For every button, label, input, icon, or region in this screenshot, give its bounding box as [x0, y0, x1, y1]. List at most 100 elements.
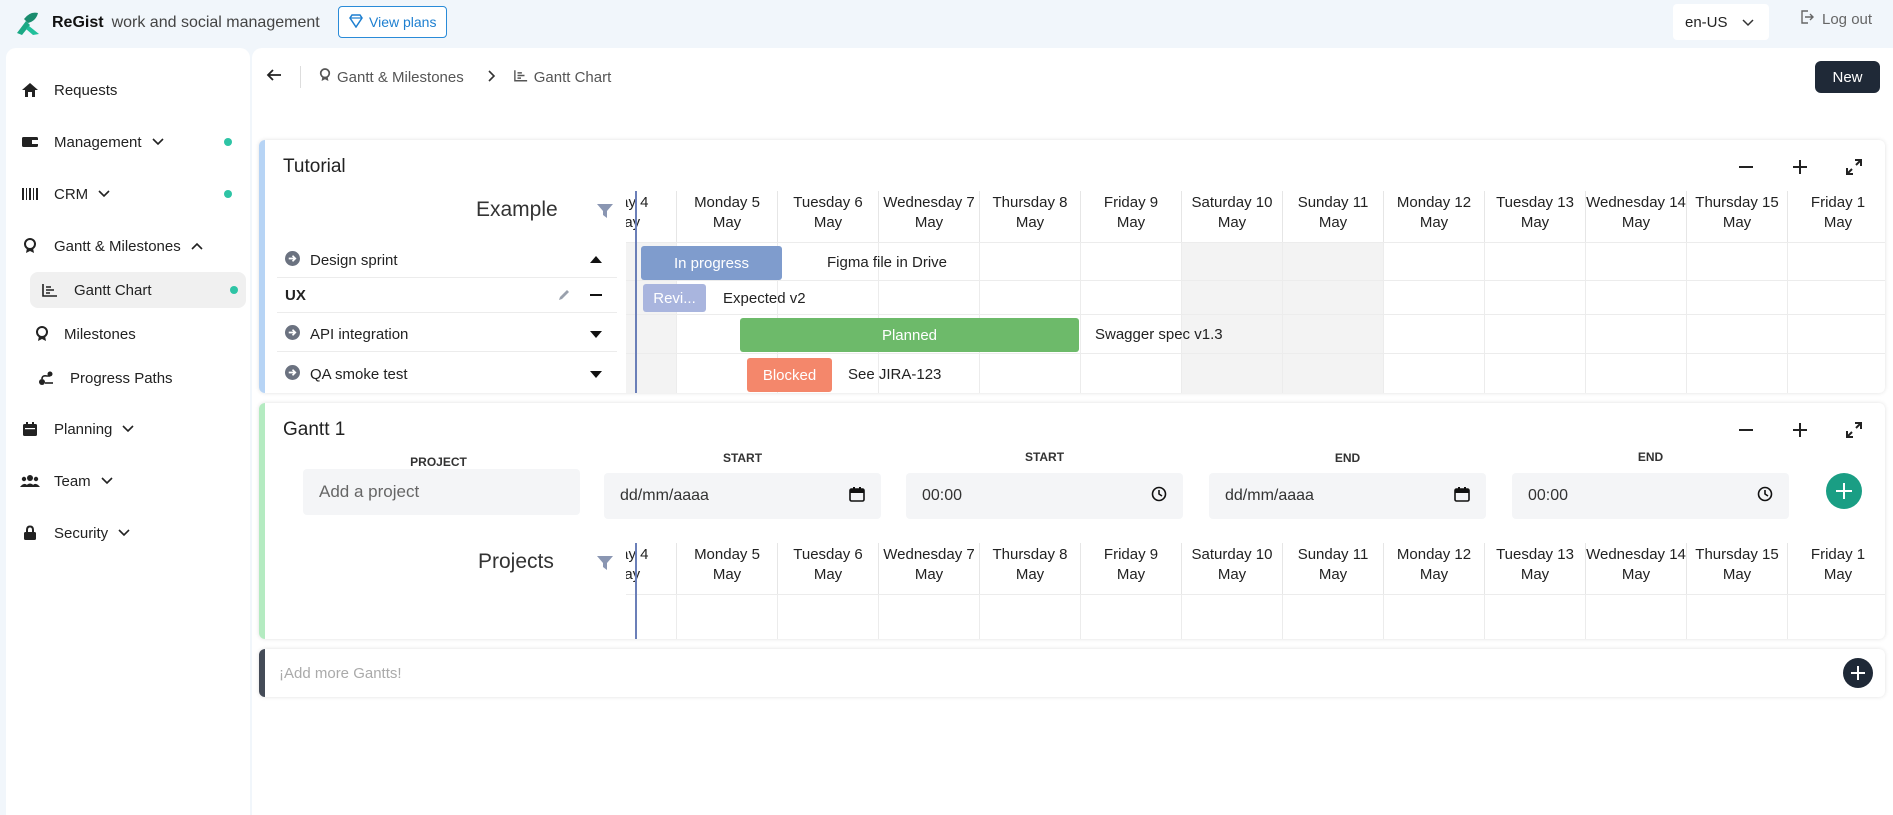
- sidebar-item-label: Security: [54, 524, 109, 542]
- expand-icon[interactable]: [1843, 156, 1865, 178]
- sidebar-item-team[interactable]: Team: [6, 461, 250, 501]
- day-column: [980, 594, 1081, 639]
- day-month: May: [914, 566, 944, 583]
- day-header: nday 4 May: [626, 191, 677, 242]
- chart-icon: [513, 69, 528, 86]
- task-row-api-integration[interactable]: API integration: [285, 325, 408, 344]
- sidebar-item-crm[interactable]: CRM: [6, 174, 250, 214]
- day-name: Wednesday 14: [1586, 546, 1686, 563]
- day-column: [1485, 594, 1586, 639]
- sidebar-item-progress-paths[interactable]: Progress Paths: [26, 358, 250, 398]
- day-month: May: [1520, 566, 1550, 583]
- task-row-qa-smoke-test[interactable]: QA smoke test: [285, 365, 408, 384]
- new-button[interactable]: New: [1815, 61, 1880, 93]
- pencil-icon[interactable]: [553, 284, 575, 306]
- day-header: Friday 1 May: [1788, 191, 1885, 242]
- task-bar-qa-smoke-test[interactable]: Blocked: [747, 358, 832, 392]
- day-month: May: [626, 566, 640, 583]
- day-month: May: [1419, 214, 1449, 231]
- row-divider: [626, 242, 1885, 243]
- back-arrow-icon[interactable]: [266, 68, 282, 86]
- day-month: May: [813, 566, 843, 583]
- language-select[interactable]: en-US: [1673, 4, 1769, 40]
- day-name: Tuesday 6: [793, 546, 863, 563]
- zoom-out-icon[interactable]: [1735, 156, 1757, 178]
- start-time-input[interactable]: 00:00: [906, 473, 1183, 519]
- start-date-input[interactable]: dd/mm/aaaa: [604, 473, 881, 519]
- day-month: May: [1520, 214, 1550, 231]
- logout-button[interactable]: Log out: [1800, 10, 1872, 28]
- view-plans-button[interactable]: View plans: [338, 6, 448, 38]
- day-name: Sunday 11: [1297, 194, 1369, 211]
- logout-icon: [1800, 10, 1814, 28]
- end-time-input[interactable]: 00:00: [1512, 473, 1789, 519]
- start-time-value: 00:00: [922, 487, 963, 504]
- award-icon: [20, 236, 40, 256]
- task-note: Expected v2: [723, 290, 806, 307]
- chevron-down-icon: [101, 475, 113, 487]
- day-name: Friday 9: [1103, 194, 1159, 211]
- project-label: PROJECT: [410, 455, 467, 469]
- sidebar-item-label: CRM: [54, 185, 89, 203]
- add-project-button[interactable]: [1826, 473, 1862, 509]
- expand-icon[interactable]: [1843, 419, 1865, 441]
- day-name: Wednesday 14: [1586, 194, 1686, 211]
- task-row-ux[interactable]: UX: [285, 287, 306, 304]
- add-more-gantts-panel: ¡Add more Gantts!: [259, 649, 1885, 697]
- day-column: [1081, 242, 1182, 393]
- sidebar-item-planning[interactable]: Planning: [6, 409, 250, 449]
- zoom-out-icon[interactable]: [1735, 419, 1757, 441]
- gantt-panel-tutorial: Tutorial Example nday 4MayMonday 5MayTue…: [259, 140, 1885, 393]
- day-header: Thursday 15 May: [1687, 543, 1788, 594]
- award-icon: [319, 68, 331, 86]
- row-divider: [277, 277, 617, 278]
- day-name: Saturday 10: [1191, 194, 1273, 211]
- task-bar-ux[interactable]: Revi...: [643, 284, 706, 312]
- brand-tagline: work and social management: [111, 14, 320, 31]
- calendar-icon: [849, 486, 865, 507]
- caret-down-icon[interactable]: [585, 323, 607, 345]
- filter-icon[interactable]: [594, 200, 616, 222]
- sidebar-item-management[interactable]: Management: [6, 122, 250, 162]
- sidebar-item-requests[interactable]: Requests: [6, 70, 250, 110]
- end-time-label: END: [1637, 450, 1664, 464]
- day-month: May: [1318, 566, 1348, 583]
- main-content: Gantt & Milestones Gantt Chart New Tutor…: [252, 48, 1893, 815]
- filter-icon[interactable]: [594, 552, 616, 574]
- today-marker: [635, 543, 637, 639]
- chevron-down-icon: [118, 527, 130, 539]
- lock-icon: [20, 523, 40, 543]
- sidebar-item-gantt-chart[interactable]: Gantt Chart: [28, 270, 250, 310]
- clock-icon: [1151, 486, 1167, 507]
- day-name: Monday 12: [1396, 546, 1472, 563]
- task-bar-design-sprint[interactable]: In progress: [641, 246, 782, 280]
- breadcrumb-parent[interactable]: Gantt & Milestones: [337, 69, 464, 86]
- zoom-in-icon[interactable]: [1789, 156, 1811, 178]
- task-row-design-sprint[interactable]: Design sprint: [285, 251, 398, 270]
- sidebar-item-label: Gantt Chart: [74, 281, 152, 299]
- top-bar: ReGist work and social management View p…: [0, 0, 1893, 48]
- project-input[interactable]: Add a project: [303, 469, 580, 515]
- caret-down-icon[interactable]: [585, 363, 607, 385]
- end-date-input[interactable]: dd/mm/aaaa: [1209, 473, 1486, 519]
- task-bar-api-integration[interactable]: Planned: [740, 318, 1079, 352]
- timeline-tutorial: nday 4MayMonday 5MayTuesday 6MayWednesda…: [626, 191, 1885, 393]
- logout-label: Log out: [1822, 10, 1873, 28]
- task-note: See JIRA-123: [848, 366, 942, 383]
- day-name: Tuesday 13: [1496, 194, 1574, 211]
- zoom-in-icon[interactable]: [1789, 419, 1811, 441]
- add-gantt-button[interactable]: [1843, 658, 1873, 688]
- panel-title: Tutorial: [283, 156, 346, 177]
- day-name: Thursday 15: [1695, 546, 1779, 563]
- status-dot: [224, 138, 232, 146]
- minus-icon[interactable]: [585, 284, 607, 306]
- task-note: Swagger spec v1.3: [1095, 326, 1223, 343]
- sidebar-item-gantt-milestones[interactable]: Gantt & Milestones: [6, 226, 250, 266]
- add-more-label: ¡Add more Gantts!: [279, 665, 402, 682]
- day-column: [1384, 594, 1485, 639]
- panel-accent: [259, 403, 265, 639]
- sidebar-item-security[interactable]: Security: [6, 513, 250, 553]
- logo[interactable]: ReGist work and social management: [14, 9, 320, 37]
- sidebar-item-milestones[interactable]: Milestones: [18, 314, 250, 354]
- caret-up-icon[interactable]: [585, 248, 607, 270]
